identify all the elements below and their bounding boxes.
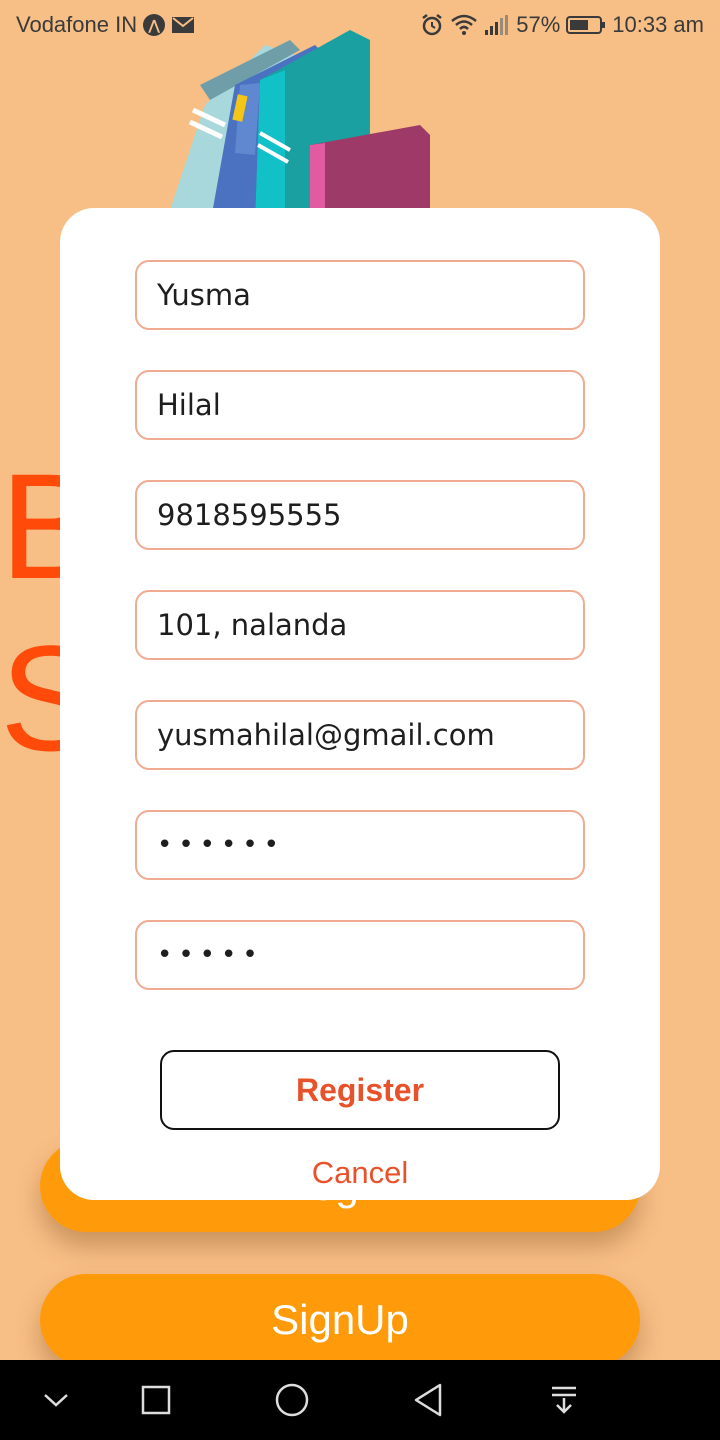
clock-time: 10:33 am	[612, 12, 704, 37]
wifi-icon	[450, 14, 478, 36]
phone-field[interactable]	[135, 480, 585, 550]
password-field[interactable]	[135, 810, 585, 880]
register-dialog: Register Cancel	[60, 208, 660, 1200]
circle-icon[interactable]	[272, 1380, 312, 1420]
first-name-input[interactable]	[157, 278, 563, 312]
square-icon[interactable]	[136, 1380, 176, 1420]
back-triangle-icon[interactable]	[408, 1380, 448, 1420]
address-input[interactable]	[157, 608, 563, 642]
notification-pull-icon[interactable]	[544, 1380, 584, 1420]
books-icon	[165, 25, 440, 225]
signup-button[interactable]: SignUp	[40, 1274, 640, 1366]
cancel-button[interactable]: Cancel	[260, 1151, 460, 1195]
navigation-bar	[0, 1360, 720, 1440]
confirm-password-input[interactable]	[157, 940, 563, 970]
address-field[interactable]	[135, 590, 585, 660]
phone-input[interactable]	[157, 498, 563, 532]
password-input[interactable]	[157, 830, 563, 860]
carrier-label: Vodafone IN	[16, 12, 138, 37]
confirm-password-field[interactable]	[135, 920, 585, 990]
battery-icon	[566, 15, 606, 35]
email-input[interactable]	[157, 718, 563, 752]
chevron-down-icon[interactable]	[36, 1380, 76, 1420]
carrier-badge-icon: ⋀	[143, 14, 166, 36]
signal-icon	[484, 14, 510, 36]
first-name-field[interactable]	[135, 260, 585, 330]
register-button[interactable]: Register	[160, 1050, 560, 1130]
battery-percent: 57%	[516, 12, 561, 37]
last-name-field[interactable]	[135, 370, 585, 440]
email-field[interactable]	[135, 700, 585, 770]
last-name-input[interactable]	[157, 388, 563, 422]
